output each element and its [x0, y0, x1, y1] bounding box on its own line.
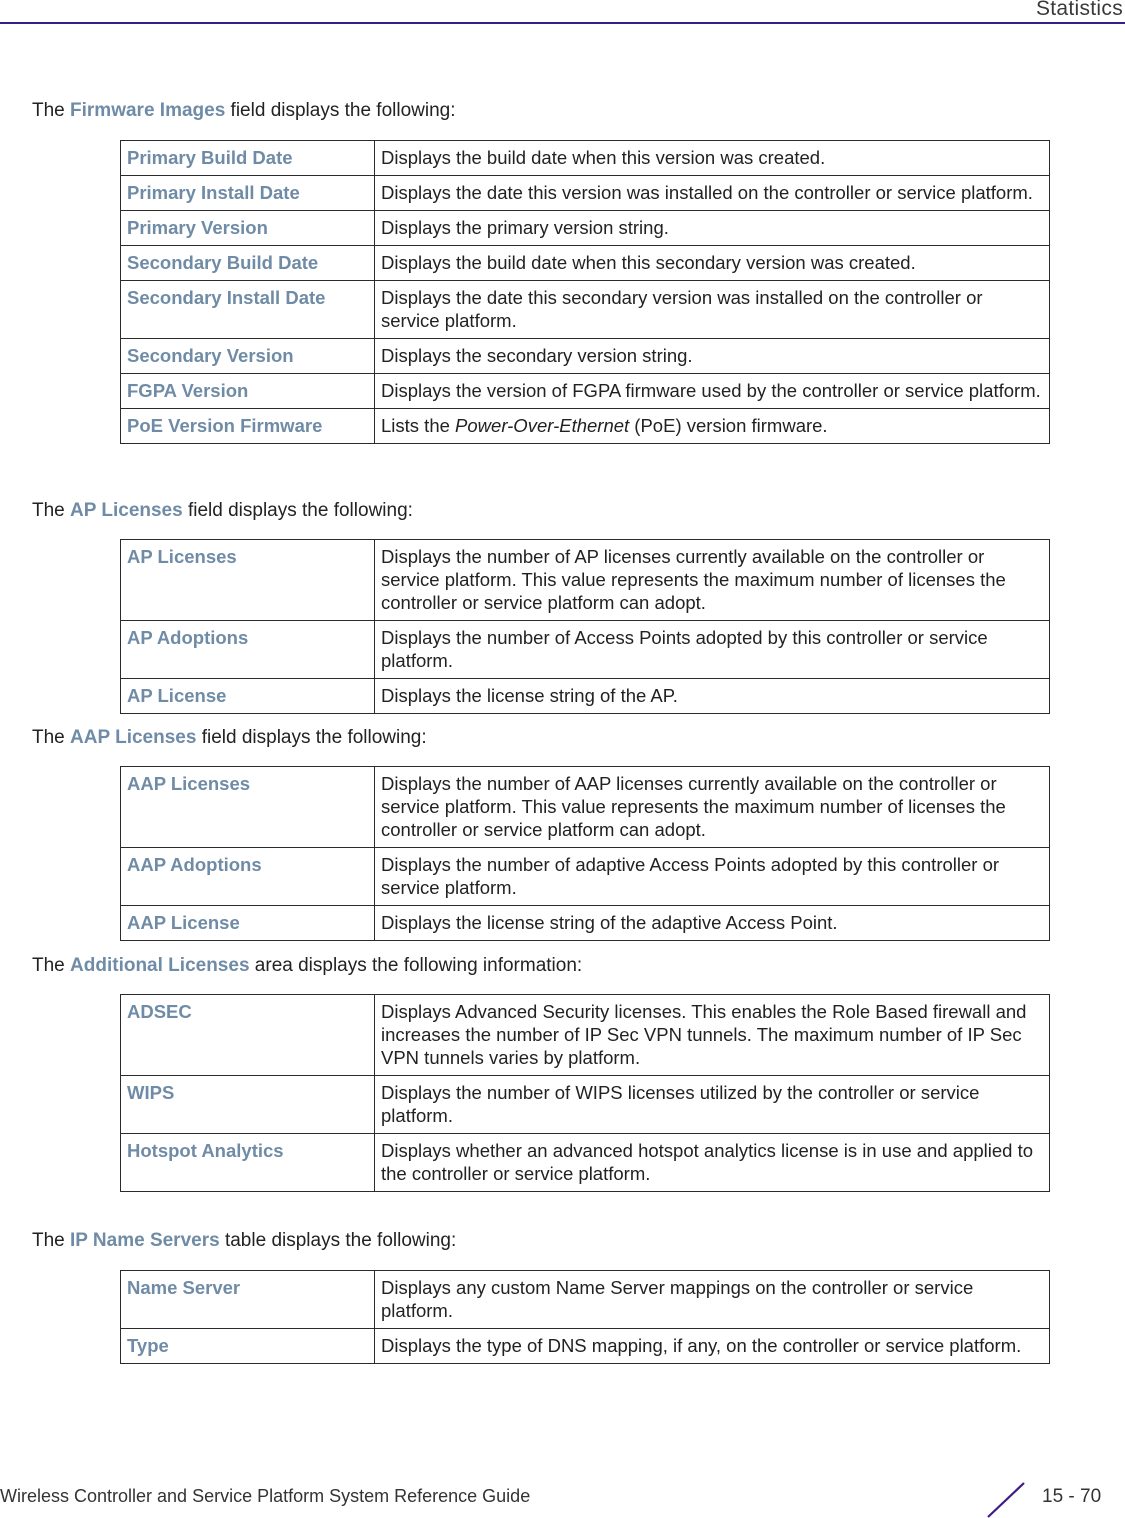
table-row: AP Adoptions Displays the number of Acces…: [120, 620, 1050, 679]
term-cell: WIPS: [120, 1075, 375, 1134]
table-row: PoE Version Firmware Lists the Power-Over…: [120, 408, 1050, 444]
term-cell: Hotspot Analytics: [120, 1133, 375, 1192]
term-cell: Name Server: [120, 1270, 375, 1329]
page-header-title: Statistics: [1035, 0, 1123, 20]
intro-suffix: field displays the following:: [225, 100, 456, 121]
intro-suffix: area displays the following information:: [249, 955, 583, 976]
ip-name-servers-intro: The IP Name Servers table displays the f…: [32, 1230, 456, 1252]
desc-cell: Displays the build date when this versio…: [374, 140, 1050, 176]
desc-cell: Displays the number of adaptive Access P…: [374, 847, 1050, 906]
desc-cell: Lists the Power-Over-Ethernet (PoE) vers…: [374, 408, 1050, 444]
additional-licenses-intro: The Additional Licenses area displays th…: [32, 955, 582, 977]
table-row: Secondary Version Displays the secondary …: [120, 338, 1050, 374]
additional-licenses-table: ADSEC Displays Advanced Security licenses…: [120, 994, 1050, 1192]
table-row: AAP Licenses Displays the number of AAP l…: [120, 766, 1050, 848]
table-row: Type Displays the type of DNS mapping, if…: [120, 1328, 1050, 1364]
table-row: AP Licenses Displays the number of AP lic…: [120, 539, 1050, 621]
table-row: Primary Install Date Displays the date th…: [120, 175, 1050, 211]
term-cell: AAP Adoptions: [120, 847, 375, 906]
intro-term: IP Name Servers: [70, 1230, 220, 1251]
desc-cell: Displays the build date when this second…: [374, 245, 1050, 281]
term-cell: AP License: [120, 678, 375, 714]
term-cell: AP Licenses: [120, 539, 375, 621]
ap-licenses-intro: The AP Licenses field displays the follo…: [32, 500, 413, 522]
desc-cell: Displays the type of DNS mapping, if any…: [374, 1328, 1050, 1364]
desc-cell: Displays whether an advanced hotspot ana…: [374, 1133, 1050, 1192]
desc-prefix: Lists the: [381, 415, 456, 436]
desc-emphasis: Power-Over-Ethernet: [455, 415, 630, 436]
intro-prefix: The: [32, 100, 71, 121]
table-row: Hotspot Analytics Displays whether an adv…: [120, 1133, 1050, 1192]
desc-cell: Displays the secondary version string.: [374, 338, 1050, 374]
table-row: WIPS Displays the number of WIPS licenses…: [120, 1075, 1050, 1134]
table-row: Primary Version Displays the primary vers…: [120, 210, 1050, 246]
intro-term: Additional Licenses: [70, 955, 250, 976]
aap-licenses-intro: The AAP Licenses field displays the foll…: [32, 727, 427, 749]
table-row: FGPA Version Displays the version of FGPA…: [120, 373, 1050, 409]
header-rule: [0, 22, 1125, 24]
term-cell: Secondary Install Date: [120, 280, 375, 339]
desc-cell: Displays the date this version was insta…: [374, 175, 1050, 211]
table-row: AAP Adoptions Displays the number of adap…: [120, 847, 1050, 906]
intro-suffix: field displays the following:: [196, 727, 427, 748]
firmware-images-intro: The Firmware Images field displays the f…: [32, 100, 456, 122]
footer-guide-title: Wireless Controller and Service Platform…: [0, 1486, 531, 1506]
term-cell: Secondary Version: [120, 338, 375, 374]
term-cell: Primary Build Date: [120, 140, 375, 176]
term-cell: AAP License: [120, 905, 375, 941]
table-row: Name Server Displays any custom Name Serv…: [120, 1270, 1050, 1329]
desc-cell: Displays the number of AAP licenses curr…: [374, 766, 1050, 848]
intro-term: AAP Licenses: [70, 727, 197, 748]
footer-slash-icon: [987, 1482, 1025, 1518]
table-row: ADSEC Displays Advanced Security licenses…: [120, 994, 1050, 1076]
desc-cell: Displays the primary version string.: [374, 210, 1050, 246]
term-cell: ADSEC: [120, 994, 375, 1076]
desc-cell: Displays the license string of the adapt…: [374, 905, 1050, 941]
term-cell: Primary Install Date: [120, 175, 375, 211]
desc-cell: Displays any custom Name Server mappings…: [374, 1270, 1050, 1329]
firmware-images-table: Primary Build Date Displays the build dat…: [120, 140, 1050, 444]
intro-term: AP Licenses: [70, 500, 183, 521]
intro-suffix: field displays the following:: [182, 500, 413, 521]
desc-cell: Displays the number of AP licenses curre…: [374, 539, 1050, 621]
table-row: AP License Displays the license string of…: [120, 678, 1050, 714]
desc-cell: Displays the version of FGPA firmware us…: [374, 373, 1050, 409]
intro-term: Firmware Images: [70, 100, 226, 121]
term-cell: AAP Licenses: [120, 766, 375, 848]
table-row: Secondary Install Date Displays the date …: [120, 280, 1050, 339]
desc-cell: Displays the number of Access Points ado…: [374, 620, 1050, 679]
desc-cell: Displays Advanced Security licenses. Thi…: [374, 994, 1050, 1076]
term-cell: Secondary Build Date: [120, 245, 375, 281]
page-number: 15 - 70: [1042, 1486, 1102, 1507]
term-cell: Type: [120, 1328, 375, 1364]
intro-prefix: The: [32, 955, 71, 976]
intro-prefix: The: [32, 500, 71, 521]
term-cell: FGPA Version: [120, 373, 375, 409]
aap-licenses-table: AAP Licenses Displays the number of AAP l…: [120, 766, 1050, 941]
table-row: Secondary Build Date Displays the build d…: [120, 245, 1050, 281]
intro-prefix: The: [32, 1230, 71, 1251]
table-row: Primary Build Date Displays the build dat…: [120, 140, 1050, 176]
term-cell: Primary Version: [120, 210, 375, 246]
term-cell: PoE Version Firmware: [120, 408, 375, 444]
desc-cell: Displays the number of WIPS licenses uti…: [374, 1075, 1050, 1134]
table-row: AAP License Displays the license string o…: [120, 905, 1050, 941]
intro-suffix: table displays the following:: [219, 1230, 457, 1251]
ip-name-servers-table: Name Server Displays any custom Name Serv…: [120, 1270, 1050, 1364]
desc-cell: Displays the license string of the AP.: [374, 678, 1050, 714]
desc-cell: Displays the date this secondary version…: [374, 280, 1050, 339]
term-cell: AP Adoptions: [120, 620, 375, 679]
intro-prefix: The: [32, 727, 71, 748]
desc-suffix: (PoE) version firmware.: [629, 415, 828, 436]
ap-licenses-table: AP Licenses Displays the number of AP lic…: [120, 539, 1050, 714]
